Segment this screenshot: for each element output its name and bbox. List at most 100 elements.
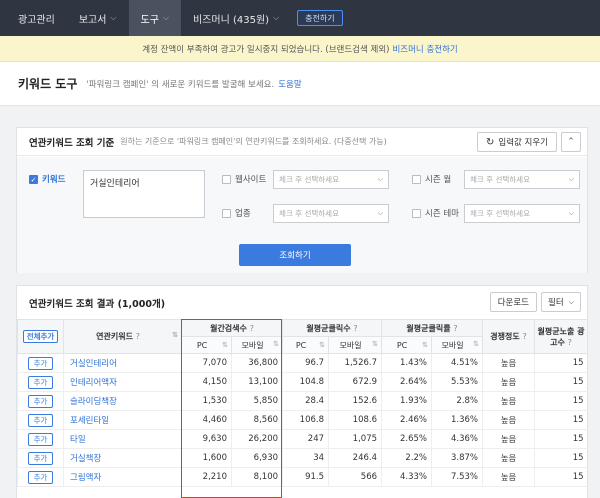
notice-text: 계정 잔액이 부족하여 광고가 일시중지 되었습니다. (브랜드검색 제외) [142, 44, 390, 55]
sort-icon[interactable]: ⇅ [319, 341, 325, 349]
season-month-checkbox[interactable] [412, 174, 421, 184]
keyword-cell[interactable]: 거실인테리어 [63, 353, 182, 373]
ctr-pc-cell: 2.64% [381, 372, 432, 392]
nav-item-ad-management[interactable]: 광고관리 [6, 0, 67, 36]
search-pc-cell: 2,210 [181, 467, 232, 487]
ctr-mobile-cell: 7.53% [431, 467, 483, 487]
keyword-cell[interactable]: 인테리어액자 [63, 372, 182, 392]
add-button[interactable]: 추가 [27, 432, 54, 446]
nav-item-bizmoney[interactable]: 비즈머니 (435원) ⌵ [181, 0, 291, 36]
sort-icon[interactable]: ⇅ [473, 340, 479, 348]
keyword-cell[interactable]: 거실책장 [63, 448, 182, 468]
keyword-option[interactable]: ✓ 키워드 [29, 173, 65, 185]
notice-bar: 계정 잔액이 부족하여 광고가 일시중지 되었습니다. (브랜드검색 제외) 비… [0, 36, 600, 62]
ctr-pc-cell: 2.65% [381, 429, 432, 449]
ctr-pc-cell: 4.33% [381, 467, 432, 487]
ctr-pc-header[interactable]: PC ⇅ [381, 336, 433, 354]
charge-link[interactable]: 비즈머니 충전하기 [392, 43, 457, 55]
chevron-down-icon: ⌵ [162, 13, 169, 22]
season-theme-option[interactable]: 시즌 테마 [412, 207, 459, 219]
ctr-mobile-cell: 4.51% [431, 353, 483, 373]
industry-option[interactable]: 업종 [222, 207, 251, 219]
charge-button[interactable]: 충전하기 [297, 10, 343, 26]
search-pc-header[interactable]: PC ⇅ [181, 336, 232, 354]
collapse-button[interactable]: ⌃ [561, 132, 581, 152]
help-icon[interactable]: ? [523, 332, 527, 341]
click-pc-cell: 28.4 [282, 391, 329, 411]
keyword-textarea[interactable]: 거실인테리어 [83, 170, 205, 218]
keyword-cell[interactable]: 그림액자 [63, 467, 182, 487]
season-month-option[interactable]: 시즌 월 [412, 173, 451, 185]
help-icon[interactable]: ? [250, 324, 254, 333]
avg-ads-label: 월평균노출 광고수 [537, 326, 585, 347]
keyword-cell[interactable]: 슬라이딩책장 [63, 391, 182, 411]
search-mobile-header[interactable]: 모바일 ⇅ [230, 336, 284, 354]
search-mobile-cell: 13,100 [230, 372, 283, 392]
search-pc-cell: 4,150 [181, 372, 232, 392]
add-cell: 추가 [17, 429, 64, 449]
results-table: 전체추가 연관키워드 ? ⇅ 월간검색수 ? 월평균클릭수 ? 월평균클릭률 ? … [17, 319, 589, 487]
table-row: 추가 그림액자 2,210 8,100 91.5 566 4.33% 7.53%… [17, 467, 588, 487]
add-all-button[interactable]: 전체추가 [22, 330, 59, 343]
search-button[interactable]: 조회하기 [239, 244, 351, 266]
pc-label: PC [196, 340, 208, 350]
criteria-panel: 연관키워드 조회 기준 원하는 기준으로 '파워링크 캠페인'의 연관키워드를 … [16, 127, 588, 273]
ctr-pc-cell: 2.46% [381, 410, 432, 430]
help-link[interactable]: 도움말 [278, 78, 301, 90]
sort-icon[interactable]: ⇅ [422, 341, 428, 349]
keyword-checkbox[interactable]: ✓ [29, 174, 38, 184]
keyword-header-label: 연관키워드 [96, 332, 133, 341]
select-placeholder: 체크 후 선택하세요 [470, 209, 530, 218]
add-button[interactable]: 추가 [27, 394, 54, 408]
competition-cell: 높음 [482, 391, 535, 411]
ctr-pc-cell: 1.43% [381, 353, 432, 373]
nav-item-tools[interactable]: 도구 ⌵ [128, 0, 181, 36]
search-pc-cell: 1,600 [181, 448, 232, 468]
nav-item-reports[interactable]: 보고서 ⌵ [67, 0, 129, 36]
download-button[interactable]: 다운로드 [489, 292, 537, 312]
click-mobile-header[interactable]: 모바일 ⇅ [328, 336, 383, 354]
season-theme-select[interactable]: 체크 후 선택하세요 ⌵ [464, 204, 580, 223]
click-pc-cell: 96.7 [282, 353, 329, 373]
chevron-down-icon: ⌵ [568, 297, 574, 306]
results-header: 연관키워드 조회 결과 (1,000개) 다운로드 필터 ⌵ [17, 286, 587, 319]
add-button[interactable]: 추가 [27, 356, 54, 370]
ads-cell: 15 [534, 467, 588, 487]
add-cell: 추가 [17, 467, 64, 487]
website-checkbox[interactable] [222, 174, 231, 184]
sort-icon[interactable]: ⇅ [222, 341, 228, 349]
filter-button[interactable]: 필터 ⌵ [541, 292, 581, 312]
sort-icon[interactable]: ⇅ [372, 340, 378, 348]
keyword-header[interactable]: 연관키워드 ? ⇅ [63, 319, 182, 354]
keyword-cell[interactable]: 포세린타일 [63, 410, 182, 430]
add-cell: 추가 [17, 391, 64, 411]
competition-header[interactable]: 경쟁정도 ? [482, 319, 536, 354]
nav-label: 도구 [140, 14, 159, 26]
reset-button[interactable]: ↻ 입력값 지우기 [476, 132, 557, 152]
avg-ads-header[interactable]: 월평균노출 광고수 ? [534, 319, 589, 354]
help-icon[interactable]: ? [136, 332, 140, 341]
help-icon[interactable]: ? [453, 324, 457, 333]
add-button[interactable]: 추가 [27, 413, 54, 427]
help-icon[interactable]: ? [353, 324, 357, 333]
website-select[interactable]: 체크 후 선택하세요 ⌵ [273, 170, 389, 189]
ads-cell: 15 [534, 391, 588, 411]
sort-icon[interactable]: ⇅ [273, 340, 279, 348]
help-icon[interactable]: ? [568, 338, 572, 347]
keyword-cell[interactable]: 타일 [63, 429, 182, 449]
season-theme-checkbox[interactable] [412, 208, 421, 218]
add-button[interactable]: 추가 [27, 451, 54, 465]
ctr-mobile-header[interactable]: 모바일 ⇅ [431, 336, 484, 354]
website-option[interactable]: 웹사이트 [222, 173, 266, 185]
industry-select[interactable]: 체크 후 선택하세요 ⌵ [273, 204, 389, 223]
nav-label: 보고서 [78, 14, 107, 26]
season-month-select[interactable]: 체크 후 선택하세요 ⌵ [464, 170, 580, 189]
sort-icon[interactable]: ⇅ [172, 331, 178, 339]
industry-checkbox[interactable] [222, 208, 231, 218]
ctr-mobile-cell: 1.36% [431, 410, 483, 430]
add-button[interactable]: 추가 [27, 375, 54, 389]
search-mobile-cell: 6,930 [230, 448, 283, 468]
add-button[interactable]: 추가 [27, 470, 54, 484]
click-pc-header[interactable]: PC ⇅ [282, 336, 330, 354]
click-mobile-cell: 1,075 [328, 429, 382, 449]
